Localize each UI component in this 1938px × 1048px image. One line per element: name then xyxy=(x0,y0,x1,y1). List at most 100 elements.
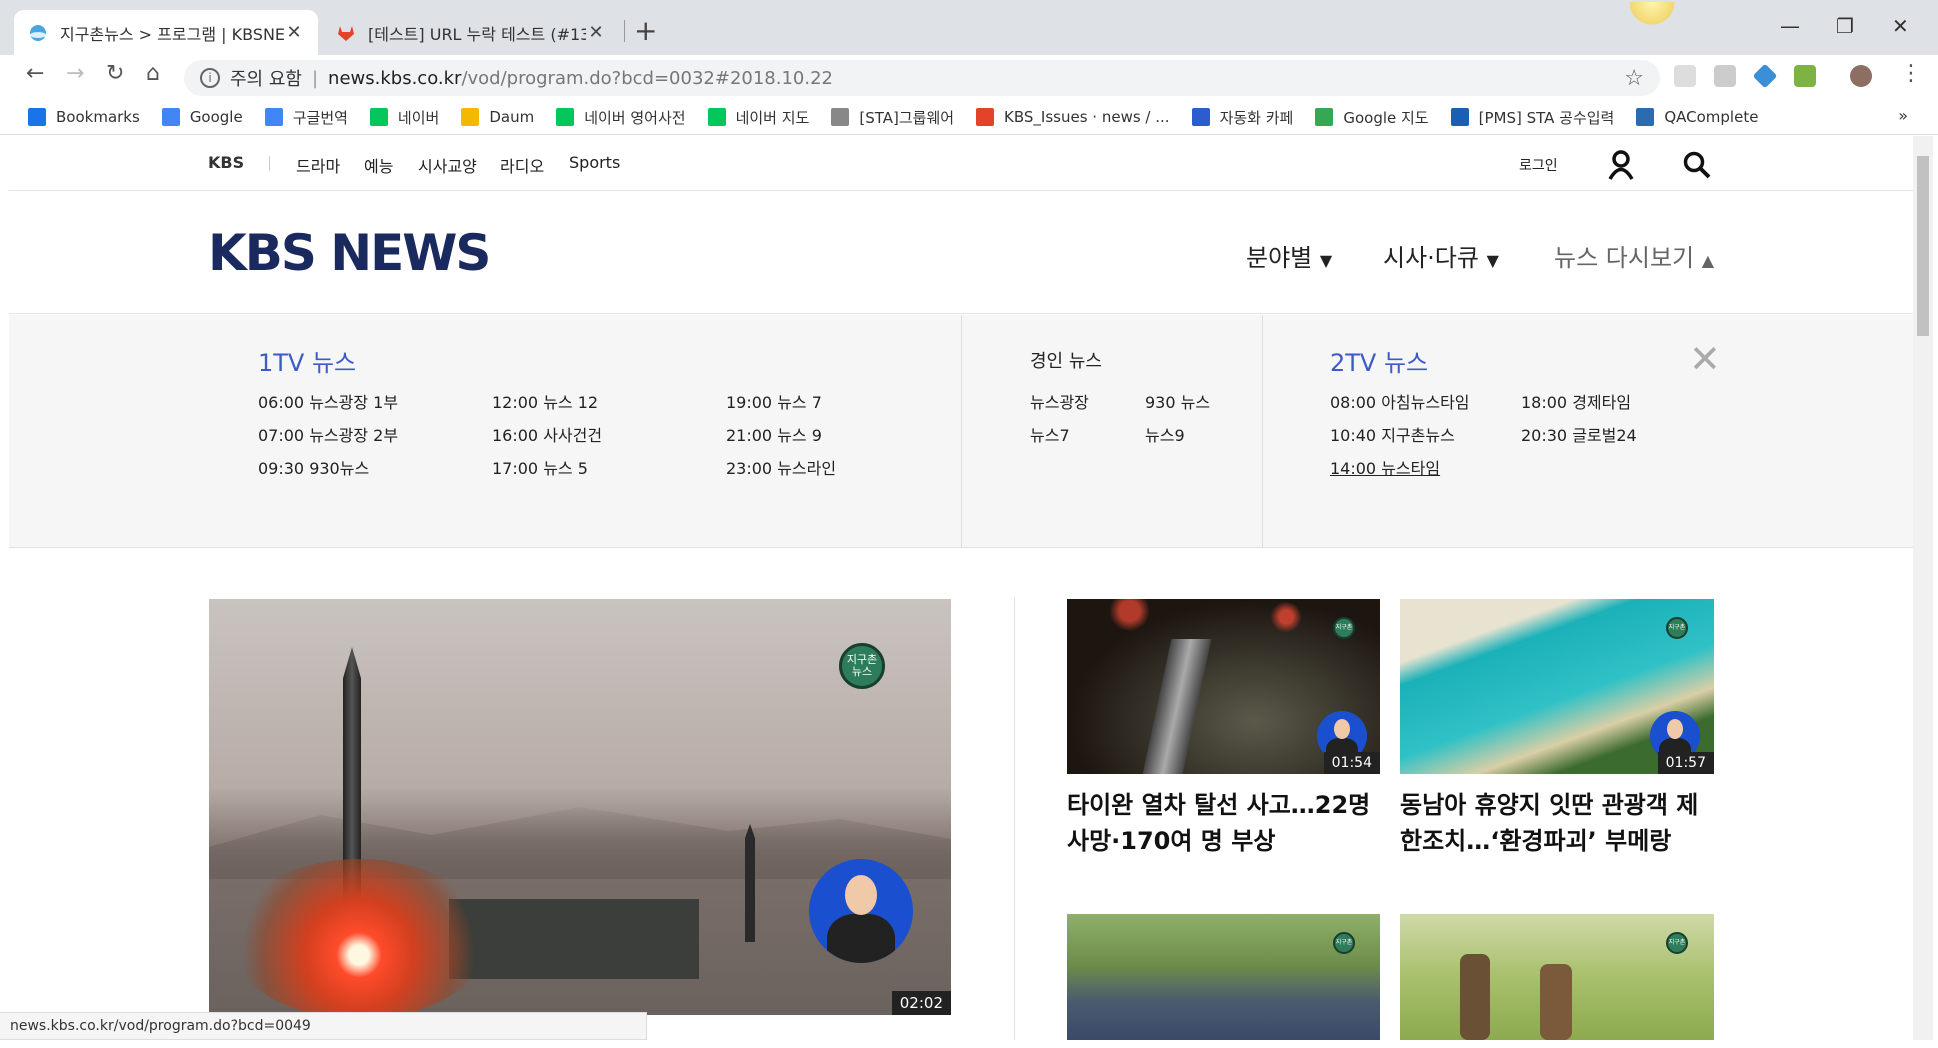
video-thumbnail[interactable]: 지구촌 xyxy=(1067,914,1380,1040)
tv1-program-link[interactable]: 07:00 뉴스광장 2부 xyxy=(258,422,398,446)
new-tab-button[interactable]: + xyxy=(634,14,657,47)
translate-icon xyxy=(264,108,283,126)
extension-diamond-icon[interactable] xyxy=(1752,63,1778,89)
tv1-program-link[interactable]: 21:00 뉴스 9 xyxy=(726,422,822,446)
tv1-program-link[interactable]: 12:00 뉴스 12 xyxy=(492,389,598,413)
google-maps-icon xyxy=(1315,108,1334,126)
tv2-program-link[interactable]: 18:00 경제타임 xyxy=(1521,389,1631,413)
web-page: KBS 드라마 예능 시사교양 라디오 Sports 로그인 KBS NEWS … xyxy=(9,136,1913,1040)
gnb-kbs-link[interactable]: KBS xyxy=(208,153,244,172)
rail-track-shape xyxy=(1142,639,1212,774)
bookmark-label: Bookmarks xyxy=(56,108,140,126)
tab-close-icon[interactable]: ✕ xyxy=(586,22,606,43)
gyeongin-program-link[interactable]: 930 뉴스 xyxy=(1145,389,1210,413)
browser-window: 지구촌뉴스 > 프로그램 | KBSNEWS ✕ [테스트] URL 누락 테스… xyxy=(0,0,1938,1048)
tab-strip: 지구촌뉴스 > 프로그램 | KBSNEWS ✕ [테스트] URL 누락 테스… xyxy=(0,0,1938,55)
tv2-program-link[interactable]: 08:00 아침뉴스타임 xyxy=(1330,389,1470,413)
profile-avatar[interactable] xyxy=(1850,65,1872,87)
bookmark-label: 네이버 지도 xyxy=(735,108,810,127)
reload-icon[interactable]: ↻ xyxy=(106,61,124,86)
bookmark-item[interactable]: Daum xyxy=(461,108,534,126)
gnb-sports-link[interactable]: Sports xyxy=(569,153,620,172)
gyeongin-program-link[interactable]: 뉴스광장 xyxy=(1030,389,1089,413)
bookmark-label: QAComplete xyxy=(1664,108,1759,126)
gyeongin-program-link[interactable]: 뉴스9 xyxy=(1145,422,1185,446)
minimize-button[interactable]: — xyxy=(1780,14,1800,38)
tv2-program-link[interactable]: 14:00 뉴스타임 xyxy=(1330,455,1440,479)
tv1-program-link[interactable]: 19:00 뉴스 7 xyxy=(726,389,822,413)
tv1-program-link[interactable]: 16:00 사사건건 xyxy=(492,422,602,446)
tv1-news-heading[interactable]: 1TV 뉴스 xyxy=(258,343,356,378)
bookmark-item[interactable]: 구글번역 xyxy=(264,107,348,128)
bookmark-item[interactable]: 네이버 지도 xyxy=(707,107,810,128)
bookmark-item[interactable]: KBS_Issues · news / ... xyxy=(976,108,1170,126)
address-bar[interactable]: i 주의 요함 | news.kbs.co.kr/vod/program.do?… xyxy=(184,60,1660,96)
bookmark-item[interactable]: 네이버 xyxy=(369,107,439,128)
bookmark-label: [STA]그룹웨어 xyxy=(859,108,955,127)
forward-icon[interactable]: → xyxy=(66,61,84,86)
gnb-divider xyxy=(269,156,270,171)
gnb-radio-link[interactable]: 라디오 xyxy=(500,153,544,177)
tab-title: 지구촌뉴스 > 프로그램 | KBSNEWS xyxy=(60,24,284,44)
bookmark-item[interactable]: Google 지도 xyxy=(1315,107,1429,128)
tv1-program-link[interactable]: 09:30 930뉴스 xyxy=(258,455,369,479)
tv1-program-link[interactable]: 06:00 뉴스광장 1부 xyxy=(258,389,398,413)
page-scrollbar[interactable] xyxy=(1913,136,1933,1040)
restore-button[interactable]: ❐ xyxy=(1836,14,1854,38)
kbs-news-logo[interactable]: KBS NEWS xyxy=(208,224,491,282)
menu-kebab-icon[interactable]: ⋮ xyxy=(1900,61,1922,86)
program-badge-icon: 지구촌 xyxy=(1666,932,1688,954)
tv2-program-link[interactable]: 20:30 글로벌24 xyxy=(1521,422,1637,446)
bookmark-item[interactable]: Google xyxy=(161,108,243,126)
gyeongin-program-link[interactable]: 뉴스7 xyxy=(1030,422,1070,446)
menu-category[interactable]: 분야별 ▼ xyxy=(1246,238,1332,273)
video-thumbnail[interactable]: 지구촌 01:57 xyxy=(1400,599,1714,774)
tv1-program-link[interactable]: 23:00 뉴스라인 xyxy=(726,455,836,479)
close-dropdown-icon[interactable]: ✕ xyxy=(1689,337,1721,381)
gnb-drama-link[interactable]: 드라마 xyxy=(296,153,340,177)
bookmarks-overflow-icon[interactable]: » xyxy=(1898,106,1908,125)
tv1-program-link[interactable]: 17:00 뉴스 5 xyxy=(492,455,588,479)
user-icon[interactable] xyxy=(1607,150,1635,180)
bookmark-star-icon[interactable]: ☆ xyxy=(1624,66,1644,91)
tab-close-icon[interactable]: ✕ xyxy=(284,22,304,43)
explosion-shape xyxy=(229,859,489,1015)
bookmark-label: Google xyxy=(189,108,243,126)
scrollbar-thumb[interactable] xyxy=(1917,156,1929,336)
menu-current-affairs-label: 시사·다큐 xyxy=(1383,244,1479,272)
gyeongin-news-heading[interactable]: 경인 뉴스 xyxy=(1030,347,1102,373)
back-icon[interactable]: ← xyxy=(26,61,44,86)
gnb-culture-link[interactable]: 시사교양 xyxy=(418,153,477,177)
bookmark-label: 자동화 카페 xyxy=(1219,108,1294,127)
close-window-button[interactable]: ✕ xyxy=(1892,14,1909,38)
search-icon[interactable] xyxy=(1683,151,1711,179)
menu-current-affairs[interactable]: 시사·다큐 ▼ xyxy=(1383,238,1499,273)
video-duration: 01:54 xyxy=(1323,752,1380,774)
missile-shape xyxy=(745,824,755,942)
bookmark-item[interactable]: [STA]그룹웨어 xyxy=(831,107,954,128)
video-thumbnail[interactable]: 지구촌 xyxy=(1400,914,1714,1040)
tv2-program-link[interactable]: 10:40 지구촌뉴스 xyxy=(1330,422,1455,446)
bookmark-item[interactable]: 자동화 카페 xyxy=(1191,107,1294,128)
menu-news-replay[interactable]: 뉴스 다시보기 ▲ xyxy=(1554,238,1714,273)
main-video-thumbnail[interactable]: 지구촌 뉴스 02:02 xyxy=(209,599,951,1015)
extension-ladder-icon[interactable] xyxy=(1794,65,1816,87)
video-thumbnail[interactable]: 지구촌 01:54 xyxy=(1067,599,1380,774)
info-icon[interactable]: i xyxy=(200,68,220,88)
extension-ex-icon[interactable] xyxy=(1714,65,1736,87)
bookmark-item[interactable]: 네이버 영어사전 xyxy=(556,107,686,128)
video-title-link[interactable]: 동남아 휴양지 잇딴 관광객 제한조치…‘환경파괴’ 부메랑 xyxy=(1400,787,1720,859)
video-title-link[interactable]: 타이완 열차 탈선 사고…22명 사망·170여 명 부상 xyxy=(1067,787,1387,859)
tv2-news-heading[interactable]: 2TV 뉴스 xyxy=(1330,343,1428,378)
bookmark-item[interactable]: QAComplete xyxy=(1636,108,1758,126)
tab-kbs-news[interactable]: 지구촌뉴스 > 프로그램 | KBSNEWS ✕ xyxy=(14,10,318,55)
cafe-icon xyxy=(1191,108,1210,126)
bookmark-item[interactable]: [PMS] STA 공수입력 xyxy=(1450,107,1614,128)
chevron-down-icon: ▼ xyxy=(1486,251,1499,270)
home-icon[interactable]: ⌂ xyxy=(146,61,160,86)
tab-gitlab-test[interactable]: [테스트] URL 누락 테스트 (#13) ✕ xyxy=(322,10,620,55)
bookmark-item[interactable]: Bookmarks xyxy=(28,108,140,126)
extension-icon[interactable] xyxy=(1674,65,1696,87)
login-link[interactable]: 로그인 xyxy=(1519,155,1558,175)
gnb-entertainment-link[interactable]: 예능 xyxy=(364,153,393,177)
